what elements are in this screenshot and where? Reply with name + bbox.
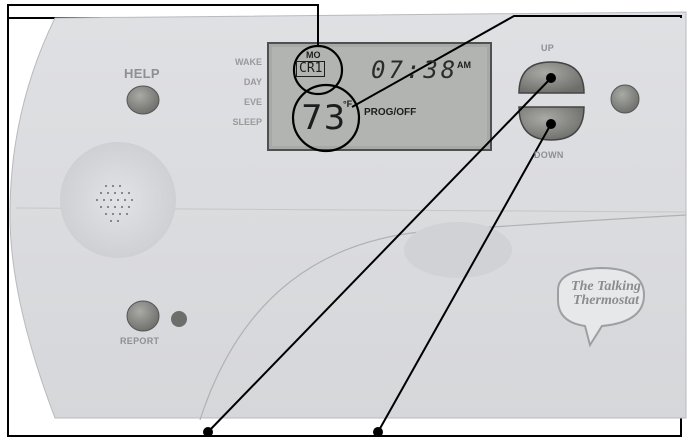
lcd-program: CR1 (296, 61, 326, 77)
brand-logo-line-1: The Talking (571, 279, 641, 294)
report-led (171, 311, 187, 327)
report-button (126, 300, 160, 332)
report-label: REPORT (120, 336, 160, 346)
mode-day: DAY (243, 77, 262, 87)
callout-dot-up (546, 73, 556, 83)
device-illustration (7, 4, 687, 437)
lcd-status: PROG/OFF (364, 107, 417, 118)
thermostat-figure: HELP REPORT UP DOWN WAKE DAY EVE SLEEP M… (0, 0, 689, 443)
mode-wake: WAKE (235, 57, 262, 67)
callout-dot-end-1 (203, 427, 213, 437)
lcd-day: MO (306, 50, 321, 60)
down-label: DOWN (534, 150, 564, 160)
brand-logo: The Talking Thermostat (568, 280, 644, 308)
lcd-ampm: AM (457, 60, 471, 70)
help-label: HELP (124, 66, 160, 81)
lcd-unit: °F (343, 99, 353, 109)
lcd-time: 07:38 (371, 56, 459, 84)
up-label: UP (541, 43, 555, 53)
help-button (126, 85, 160, 115)
mode-sleep: SLEEP (232, 117, 262, 127)
side-button (610, 84, 640, 114)
lcd-temperature: 73 (301, 98, 347, 138)
callout-dot-end-2 (373, 427, 383, 437)
brand-logo-line-2: Thermostat (572, 293, 640, 308)
callout-dot-down (546, 119, 556, 129)
mode-eve: EVE (243, 97, 262, 107)
